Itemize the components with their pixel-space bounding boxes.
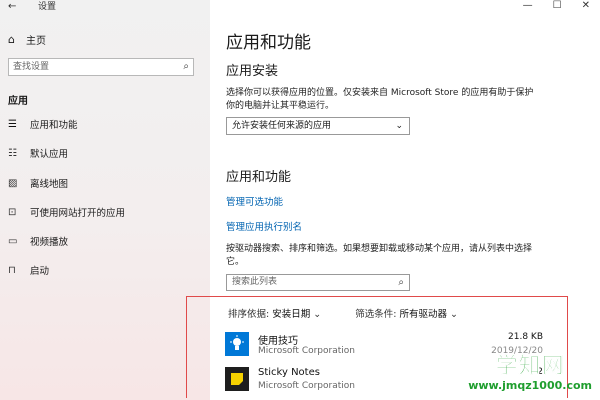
watermark-url: www.jmqz1000.com <box>468 379 592 392</box>
manage-optional-features-link[interactable]: 管理可选功能 <box>226 194 283 208</box>
offline-maps-icon: ▨ <box>8 177 18 189</box>
watermark: 学知网 www.jmqz1000.com <box>468 354 592 392</box>
install-source-dropdown[interactable]: 允许安装任何来源的应用 ⌄ <box>226 117 410 135</box>
install-source-value: 允许安装任何来源的应用 <box>232 121 332 131</box>
maximize-icon[interactable]: ☐ <box>553 0 562 11</box>
chevron-down-icon: ⌄ <box>313 309 322 320</box>
sidebar-item-apps-for-websites[interactable]: ⊡ 可使用网站打开的应用 <box>8 204 125 220</box>
apps-heading: 应用和功能 <box>226 170 292 185</box>
minimize-icon[interactable]: — <box>523 0 533 11</box>
sidebar-item-video-playback[interactable]: ▭ 视频播放 <box>8 233 68 249</box>
sidebar-item-label: 应用和功能 <box>30 120 78 131</box>
sidebar-item-label: 启动 <box>30 266 50 277</box>
chevron-down-icon: ⌄ <box>395 121 403 131</box>
window-title: 设置 <box>38 2 57 12</box>
watermark-title: 学知网 <box>495 354 565 379</box>
apps-for-websites-icon: ⊡ <box>8 206 17 218</box>
sticky-notes-icon <box>225 367 249 391</box>
apps-description: 按驱动器搜索、排序和筛选。如果想要卸载或移动某个应用，请从列表中选择它。 <box>226 244 533 267</box>
manage-app-alias-link[interactable]: 管理应用执行别名 <box>226 219 302 233</box>
search-icon[interactable]: ⌕ <box>183 59 189 75</box>
default-apps-icon: ☷ <box>8 147 17 159</box>
sort-filter-row: 排序依据: 安装日期 ⌄ 筛选条件: 所有驱动器 ⌄ <box>228 306 458 320</box>
search-icon[interactable]: ⌕ <box>398 275 404 290</box>
apps-features-icon: ☰ <box>8 118 17 130</box>
sidebar-section-title: 应用 <box>8 96 28 107</box>
apps-search-placeholder: 搜索此列表 <box>232 277 278 287</box>
video-playback-icon: ▭ <box>8 235 18 247</box>
sort-label: 排序依据: <box>228 309 270 320</box>
startup-icon: ⊓ <box>8 264 16 276</box>
back-arrow-icon[interactable]: ← <box>8 0 16 14</box>
home-label: 主页 <box>26 36 46 47</box>
sidebar-item-label: 离线地图 <box>30 179 69 190</box>
sidebar: ← 设置 ⌂ 主页 查找设置 ⌕ 应用 ☰ 应用和功能 ☷ 默认应用 ▨ 离线地… <box>0 0 210 400</box>
apps-search-input[interactable]: 搜索此列表 ⌕ <box>226 274 410 291</box>
app-size: 21.8 KB <box>508 332 543 342</box>
settings-search-input[interactable]: 查找设置 ⌕ <box>8 58 194 76</box>
app-publisher: Microsoft Corporation <box>258 346 355 356</box>
install-heading: 应用安装 <box>226 64 279 79</box>
install-description: 选择你可以获得应用的位置。仅安装来自 Microsoft Store 的应用有助… <box>226 88 534 111</box>
close-icon[interactable]: ✕ <box>582 0 590 11</box>
sort-value: 安装日期 <box>272 309 311 320</box>
sidebar-item-label: 视频播放 <box>30 237 69 248</box>
sidebar-item-default-apps[interactable]: ☷ 默认应用 <box>8 145 68 161</box>
app-publisher: Microsoft Corporation <box>258 381 355 391</box>
sidebar-item-apps-features[interactable]: ☰ 应用和功能 <box>8 116 78 132</box>
app-name: Sticky Notes <box>258 367 320 378</box>
settings-search-placeholder: 查找设置 <box>13 62 50 72</box>
sidebar-item-label: 默认应用 <box>30 149 69 160</box>
filter-value: 所有驱动器 <box>399 309 447 320</box>
tips-icon <box>225 332 249 356</box>
sidebar-item-label: 可使用网站打开的应用 <box>30 208 126 219</box>
app-name: 使用技巧 <box>258 336 298 347</box>
filter-label: 筛选条件: <box>355 309 397 320</box>
sort-control[interactable]: 排序依据: 安装日期 ⌄ <box>228 306 321 320</box>
filter-control[interactable]: 筛选条件: 所有驱动器 ⌄ <box>355 306 458 320</box>
sidebar-item-offline-maps[interactable]: ▨ 离线地图 <box>8 175 68 191</box>
chevron-down-icon: ⌄ <box>450 309 458 320</box>
home-icon: ⌂ <box>8 33 15 46</box>
window-controls: — ☐ ✕ <box>523 0 590 11</box>
page-title: 应用和功能 <box>226 33 311 53</box>
sidebar-item-home[interactable]: ⌂ 主页 <box>8 32 46 47</box>
sidebar-item-startup[interactable]: ⊓ 启动 <box>8 262 49 278</box>
titlebar: ← 设置 <box>0 0 210 14</box>
